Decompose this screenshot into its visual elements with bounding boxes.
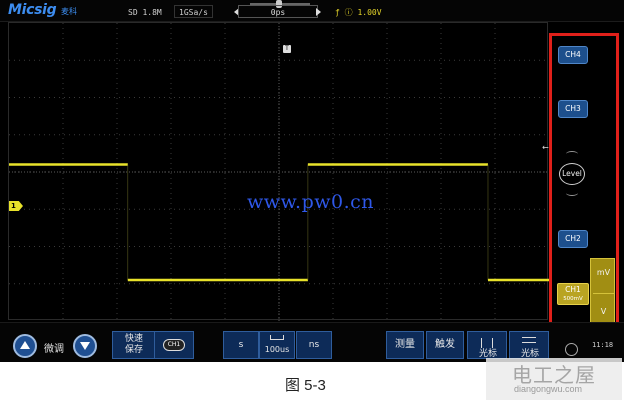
horizontal-cursor-icon xyxy=(522,337,536,343)
oscilloscope-display: Micsig 麦科 SD 1.8M 1GSa/s 0ps ƒ ⓘ 1.00V T… xyxy=(0,0,624,362)
timebase-s-button[interactable]: s xyxy=(223,331,259,359)
measure-button[interactable]: 测量 xyxy=(386,331,424,359)
trigger-level-readout[interactable]: ƒ ⓘ 1.00V xyxy=(330,5,387,18)
position-right-arrow-icon[interactable] xyxy=(316,8,321,16)
down-arrow-icon xyxy=(80,342,90,350)
timebase-ns-button[interactable]: ns xyxy=(296,331,332,359)
quick-save-line1: 快速 xyxy=(124,334,143,344)
trigger-position-marker[interactable]: T xyxy=(283,45,291,53)
power-icon[interactable] xyxy=(565,343,578,356)
trigger-level-value: 1.00V xyxy=(357,8,382,17)
clock-readout: 11:18 xyxy=(592,341,614,349)
horizontal-cursor-button[interactable]: 光标 xyxy=(509,331,549,359)
ruler-icon xyxy=(270,335,284,340)
ch1-pill-icon: CH1 xyxy=(163,339,185,351)
timebase-value: 100us xyxy=(264,345,290,354)
site-url: diangongwu.com xyxy=(514,384,583,394)
figure-caption: 图 5-3 xyxy=(285,377,326,394)
trigger-button[interactable]: 触发 xyxy=(426,331,464,359)
memory-depth-label[interactable]: SD 1.8M xyxy=(123,5,167,18)
up-arrow-icon xyxy=(20,341,30,349)
graticule xyxy=(9,23,549,321)
sample-rate-label[interactable]: 1GSa/s xyxy=(174,5,213,18)
fine-up-button[interactable] xyxy=(13,334,37,358)
ch1-select-button[interactable]: CH1 xyxy=(154,331,194,359)
top-status-bar: Micsig 麦科 SD 1.8M 1GSa/s 0ps ƒ ⓘ 1.00V xyxy=(0,0,624,22)
trigger-level-arrow-icon[interactable]: ← xyxy=(542,143,549,152)
quick-save-line2: 保存 xyxy=(124,345,143,355)
brand-sub-logo: 麦科 xyxy=(61,7,77,16)
vertical-cursor-button[interactable]: 光标 xyxy=(467,331,507,359)
watermark-text: www.pw0.cn xyxy=(247,191,375,213)
brand-logo: Micsig xyxy=(8,2,57,18)
fine-down-button[interactable] xyxy=(73,334,97,358)
fine-adjust-label: 微调 xyxy=(44,344,64,355)
highlight-box xyxy=(549,33,619,340)
quick-save-button[interactable]: 快速 保存 xyxy=(112,331,156,359)
time-position-readout[interactable]: 0ps xyxy=(238,5,318,18)
timebase-button[interactable]: 100us xyxy=(259,331,295,359)
waveform-screen[interactable]: T 1 www.pw0.cn xyxy=(8,22,549,321)
